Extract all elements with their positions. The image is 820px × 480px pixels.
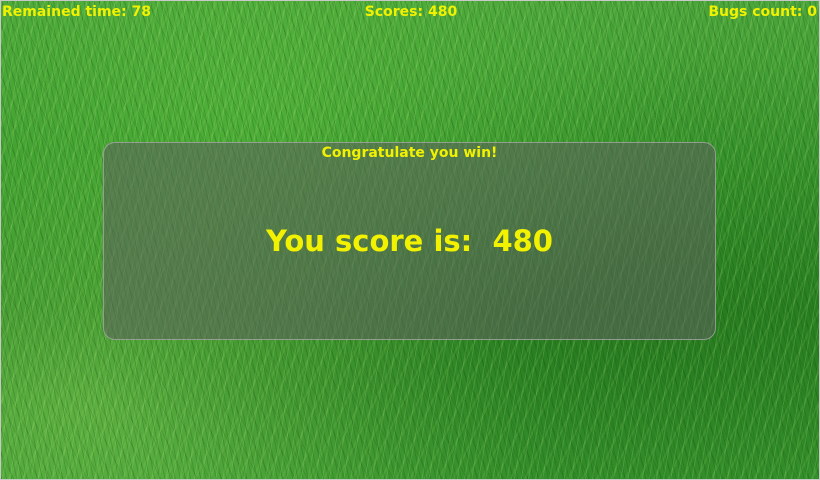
scores-display: Scores: 480 [1,3,819,21]
bugs-count-value: 0 [807,4,817,20]
win-dialog: Congratulate you win! You score is: 480 [103,142,716,340]
bugs-count-display: Bugs count: 0 [708,3,817,21]
final-score: You score is: 480 [104,223,715,259]
bugs-count-label: Bugs count: [708,4,803,20]
win-dialog-title: Congratulate you win! [321,145,498,161]
final-score-label: You score is: [266,224,483,258]
final-score-value: 480 [492,224,553,258]
scores-value: 480 [427,4,458,20]
scores-label: Scores: [364,4,424,20]
game-field[interactable]: Remained time: 78 Scores: 480 Bugs count… [0,0,820,480]
